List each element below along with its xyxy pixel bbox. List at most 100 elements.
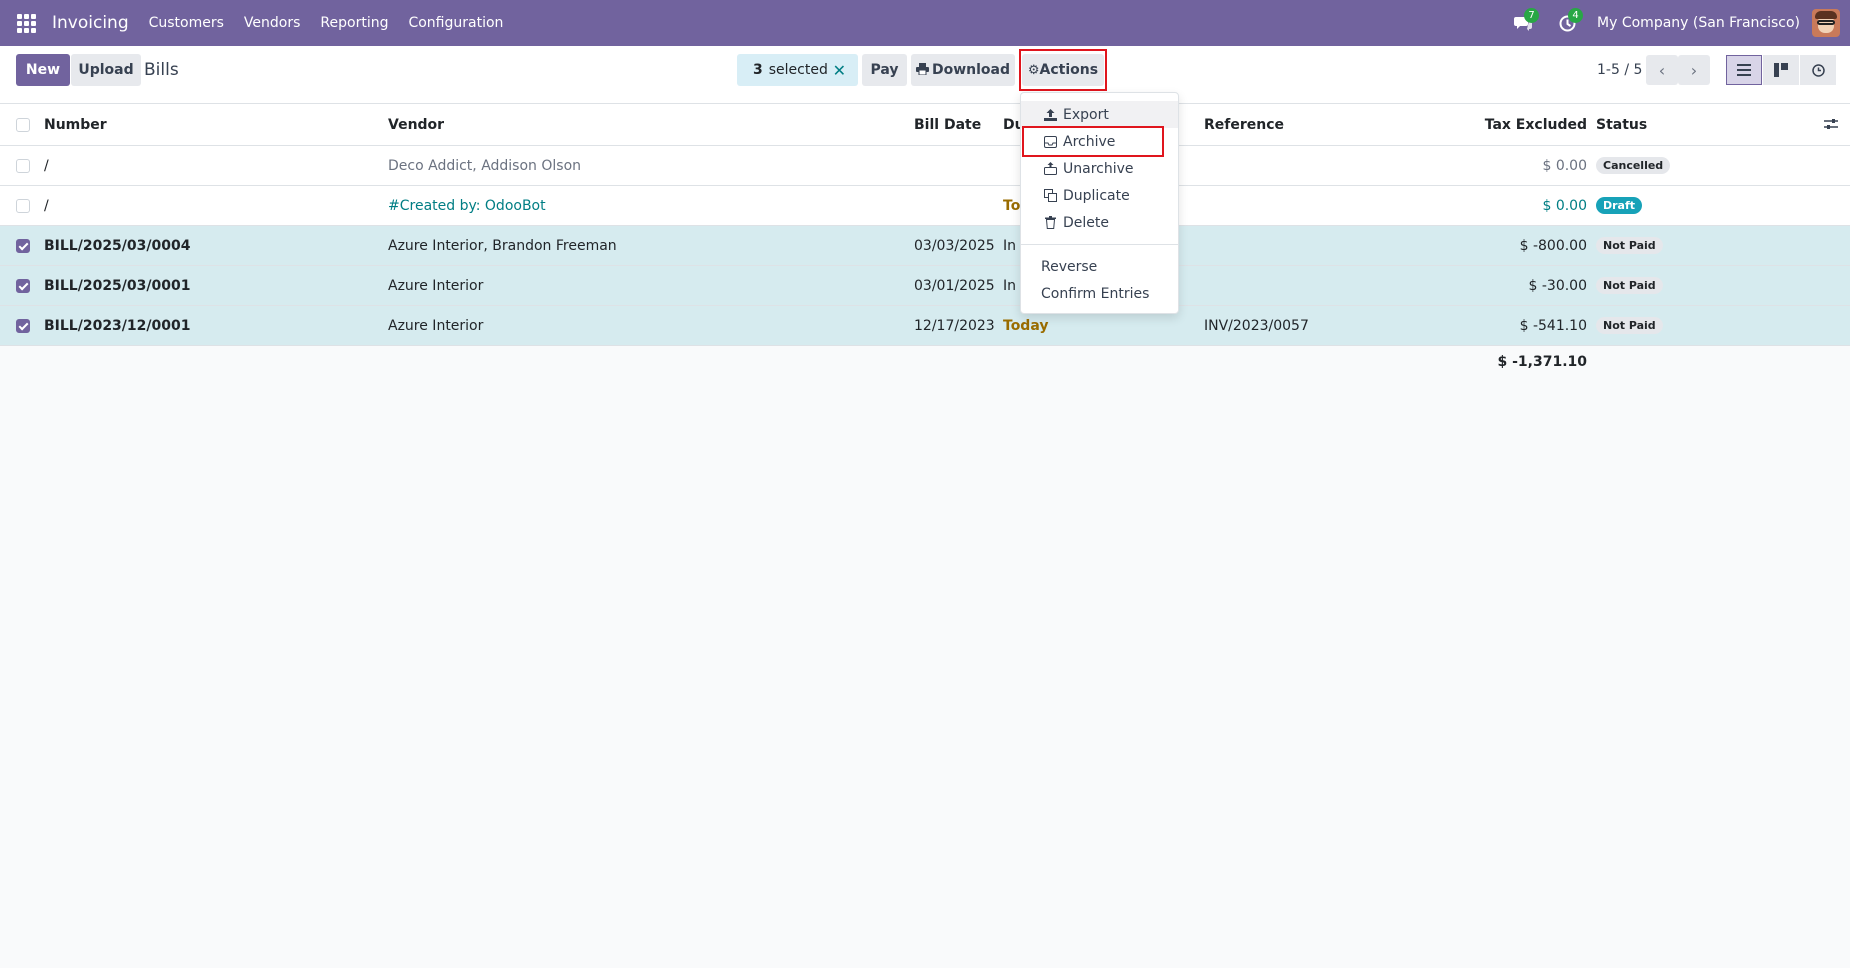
menu-divider — [1021, 244, 1178, 245]
kanban-view-button[interactable] — [1763, 55, 1799, 85]
download-label: Download — [931, 62, 1011, 78]
upload-button[interactable]: Upload — [71, 54, 141, 86]
list-view-button[interactable] — [1726, 55, 1762, 85]
apps-menu-icon[interactable] — [0, 0, 52, 46]
header-bill-date[interactable]: Bill Date — [914, 104, 981, 145]
table-row[interactable]: / Deco Addict, Addison Olson $ 0.00 Canc… — [0, 146, 1850, 186]
pager-previous-button[interactable]: ‹ — [1646, 55, 1678, 85]
actions-highlight-box — [1019, 49, 1107, 91]
activity-count-badge: 4 — [1568, 8, 1584, 23]
copy-icon — [1043, 189, 1057, 202]
kanban-view-icon — [1774, 63, 1788, 77]
menu-item-label: Duplicate — [1063, 187, 1130, 204]
trash-icon — [1043, 216, 1057, 229]
cell-status: Draft — [1596, 186, 1643, 225]
cell-status: Cancelled — [1596, 146, 1671, 185]
status-badge: Not Paid — [1596, 317, 1663, 334]
menu-item-confirm-entries[interactable]: Confirm Entries — [1021, 280, 1178, 307]
menu-item-reverse[interactable]: Reverse — [1021, 253, 1178, 280]
menu-configuration[interactable]: Configuration — [408, 15, 503, 31]
menu-item-duplicate[interactable]: Duplicate — [1021, 182, 1178, 209]
cell-due-date: In — [1003, 277, 1017, 294]
header-number[interactable]: Number — [44, 104, 107, 145]
messaging-button[interactable]: 7 — [1501, 0, 1545, 46]
archive-highlight-box — [1022, 126, 1164, 157]
app-brand[interactable]: Invoicing — [52, 13, 129, 33]
chevron-right-icon: › — [1690, 60, 1698, 80]
user-avatar[interactable] — [1812, 9, 1840, 37]
row-checkbox[interactable] — [16, 318, 30, 333]
print-icon — [915, 63, 929, 76]
cell-vendor: #Created by: OdooBot — [388, 197, 546, 214]
cell-number: BILL/2023/12/0001 — [44, 317, 191, 334]
chat-count-badge: 7 — [1524, 8, 1540, 23]
top-navbar: Invoicing Customers Vendors Reporting Co… — [0, 0, 1850, 46]
cell-tax-excluded: $ 0.00 — [1542, 197, 1587, 214]
row-checkbox[interactable] — [16, 238, 30, 253]
table-footer-total: $ -1,371.10 — [0, 346, 1850, 382]
cell-bill-date: 03/01/2025 — [914, 277, 995, 294]
table-header: Number Vendor Bill Date Du Reference Tax… — [0, 104, 1850, 146]
pager-value[interactable]: 1-5 / 5 — [1597, 62, 1642, 78]
menu-reporting[interactable]: Reporting — [320, 15, 388, 31]
menu-customers[interactable]: Customers — [149, 15, 224, 31]
list-view-icon — [1737, 64, 1751, 76]
menu-item-unarchive[interactable]: Unarchive — [1021, 155, 1178, 182]
cell-tax-excluded: $ -541.10 — [1519, 317, 1587, 334]
optional-columns-icon[interactable] — [1824, 117, 1838, 131]
cell-due-date: To — [1003, 197, 1021, 214]
menu-vendors[interactable]: Vendors — [244, 15, 300, 31]
cell-tax-excluded: $ -30.00 — [1528, 277, 1588, 294]
table-row[interactable]: / #Created by: OdooBot To $ 0.00 Draft — [0, 186, 1850, 226]
cell-status: Not Paid — [1596, 226, 1663, 265]
row-checkbox[interactable] — [16, 198, 30, 213]
selected-label: selected — [768, 62, 828, 78]
control-panel: New Upload Bills 3 selected ✕ Pay Downlo… — [0, 46, 1850, 104]
menu-item-label: Delete — [1063, 214, 1109, 231]
menu-item-label: Unarchive — [1063, 160, 1134, 177]
activity-view-button[interactable] — [1800, 55, 1836, 85]
chevron-left-icon: ‹ — [1658, 60, 1666, 80]
table-row[interactable]: BILL/2025/03/0001 Azure Interior 03/01/2… — [0, 266, 1850, 306]
pager-next-button[interactable]: › — [1678, 55, 1710, 85]
cell-vendor: Azure Interior — [388, 277, 484, 294]
status-badge: Not Paid — [1596, 277, 1663, 294]
cell-number: BILL/2025/03/0004 — [44, 237, 191, 254]
cell-tax-excluded: $ 0.00 — [1542, 157, 1587, 174]
cell-due-date: In — [1003, 237, 1017, 254]
unarchive-icon — [1043, 162, 1057, 175]
new-button[interactable]: New — [16, 54, 70, 86]
header-reference[interactable]: Reference — [1204, 104, 1284, 145]
clear-selection-icon[interactable]: ✕ — [833, 61, 846, 80]
cell-vendor: Deco Addict, Addison Olson — [388, 157, 582, 174]
selection-indicator: 3 selected ✕ — [737, 54, 858, 86]
menu-item-export[interactable]: Export — [1021, 101, 1178, 128]
cell-vendor: Azure Interior, Brandon Freeman — [388, 237, 617, 254]
company-switcher[interactable]: My Company (San Francisco) — [1597, 15, 1800, 31]
header-vendor[interactable]: Vendor — [388, 104, 444, 145]
cell-status: Not Paid — [1596, 306, 1663, 345]
cell-status: Not Paid — [1596, 266, 1663, 305]
select-all-checkbox[interactable] — [16, 117, 30, 132]
menu-item-delete[interactable]: Delete — [1021, 209, 1178, 236]
cell-tax-excluded: $ -800.00 — [1519, 237, 1587, 254]
export-icon — [1043, 108, 1057, 121]
cell-number: BILL/2025/03/0001 — [44, 277, 191, 294]
activity-button[interactable]: 4 — [1545, 0, 1589, 46]
header-tax-excluded[interactable]: Tax Excluded — [1485, 104, 1587, 145]
row-checkbox[interactable] — [16, 158, 30, 173]
row-checkbox[interactable] — [16, 278, 30, 293]
cell-number: / — [44, 197, 49, 214]
cell-reference: INV/2023/0057 — [1204, 317, 1309, 334]
bills-table: Number Vendor Bill Date Du Reference Tax… — [0, 104, 1850, 346]
table-row[interactable]: BILL/2023/12/0001 Azure Interior 12/17/2… — [0, 306, 1850, 346]
cell-number: / — [44, 157, 49, 174]
header-status[interactable]: Status — [1596, 104, 1647, 145]
page-title: Bills — [144, 60, 179, 80]
download-button[interactable]: Download — [911, 54, 1015, 86]
table-row[interactable]: BILL/2025/03/0004 Azure Interior, Brando… — [0, 226, 1850, 266]
pay-button[interactable]: Pay — [862, 54, 907, 86]
cell-bill-date: 12/17/2023 — [914, 317, 995, 334]
cell-bill-date: 03/03/2025 — [914, 237, 995, 254]
cell-vendor: Azure Interior — [388, 317, 484, 334]
